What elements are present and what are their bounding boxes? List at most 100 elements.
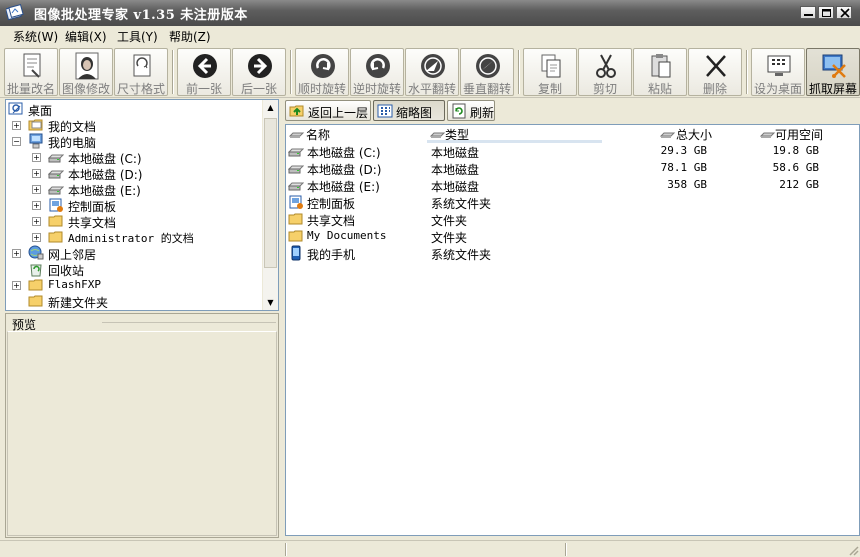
list-item[interactable]: 控制面板 系统文件夹 xyxy=(286,194,859,211)
maximize-button[interactable] xyxy=(818,6,834,19)
cut-button[interactable]: 剪切 xyxy=(578,48,632,96)
back-up-button[interactable]: 返回上一层 xyxy=(285,100,371,121)
item-type: 文件夹 xyxy=(431,231,468,245)
item-name: 本地磁盘 (C:) xyxy=(307,146,381,160)
scroll-down-icon[interactable]: ▼ xyxy=(263,295,278,310)
scroll-thumb[interactable] xyxy=(264,118,277,268)
expand-icon[interactable]: + xyxy=(32,201,41,210)
expand-icon[interactable]: + xyxy=(12,249,21,258)
folder-icon xyxy=(28,279,43,291)
app-icon xyxy=(6,4,24,21)
column-header-total-size[interactable]: 总大小 xyxy=(658,125,718,143)
flip-horizontal-button[interactable]: 水平翻转 xyxy=(405,48,459,96)
tree-item-my-computer[interactable]: − 我的电脑 xyxy=(8,133,258,150)
batch-rename-icon xyxy=(23,53,41,78)
expand-icon[interactable]: + xyxy=(32,153,41,162)
list-item[interactable]: 我的手机 系统文件夹 xyxy=(286,245,859,262)
resize-grip-icon[interactable] xyxy=(847,544,859,556)
item-type: 系统文件夹 xyxy=(431,248,492,262)
previous-button[interactable]: 前一张 xyxy=(177,48,231,96)
tree-item-control-panel[interactable]: + 控制面板 xyxy=(8,197,258,214)
minimize-button[interactable] xyxy=(800,6,816,19)
tree-item-flashfxp[interactable]: + FlashFXP xyxy=(8,277,258,293)
rotate-ccw-label: 逆时旋转 xyxy=(352,82,401,96)
window-title: 图像批处理专家 v1.35 未注册版本 xyxy=(34,8,248,23)
expand-icon[interactable]: + xyxy=(32,233,41,242)
drive-icon xyxy=(288,182,304,191)
collapse-icon[interactable]: − xyxy=(12,137,21,146)
flip-vertical-button[interactable]: 垂直翻转 xyxy=(460,48,514,96)
tree-item-desktop[interactable]: 桌面 xyxy=(8,101,258,118)
item-type: 本地磁盘 xyxy=(431,163,480,177)
rotate-ccw-button[interactable]: 逆时旋转 xyxy=(350,48,404,96)
scroll-up-icon[interactable]: ▲ xyxy=(263,100,278,115)
recycle-bin-icon xyxy=(30,264,42,277)
rotate-cw-button[interactable]: 顺时旋转 xyxy=(295,48,349,96)
phone-icon xyxy=(291,245,301,261)
expand-icon[interactable]: + xyxy=(12,121,21,130)
refresh-button[interactable]: 刷新 xyxy=(447,100,495,121)
column-header-type[interactable]: 类型 xyxy=(427,125,602,143)
column-sort-icon xyxy=(430,132,446,138)
tree-scrollbar[interactable]: ▲ ▼ xyxy=(262,100,278,310)
menu-system[interactable]: 系统(W) xyxy=(13,28,58,45)
tree-item-drive-c[interactable]: + 本地磁盘 (C:) xyxy=(8,149,258,166)
thumbnail-button[interactable]: 缩略图 xyxy=(373,100,445,121)
size-format-button[interactable]: 尺寸格式 xyxy=(114,48,168,96)
tree-item-drive-e[interactable]: + 本地磁盘 (E:) xyxy=(8,181,258,198)
tree-item-label: Administrator 的文档 xyxy=(68,232,194,245)
list-item[interactable]: My Documents 文件夹 xyxy=(286,228,859,245)
list-item[interactable]: 本地磁盘 (E:) 本地磁盘 358 GB 212 GB xyxy=(286,177,859,194)
drive-icon xyxy=(48,170,64,179)
tree-item-recycle-bin[interactable]: 回收站 xyxy=(8,261,258,278)
paste-label: 粘贴 xyxy=(647,82,672,96)
toolbar-separator xyxy=(518,50,520,94)
batch-rename-button[interactable]: 批量改名 xyxy=(4,48,58,96)
expand-icon[interactable]: + xyxy=(32,217,41,226)
copy-button[interactable]: 复制 xyxy=(523,48,577,96)
set-wallpaper-button[interactable]: 设为桌面 xyxy=(751,48,805,96)
paste-button[interactable]: 粘贴 xyxy=(633,48,687,96)
list-item[interactable]: 共享文档 文件夹 xyxy=(286,211,859,228)
image-edit-button[interactable]: 图像修改 xyxy=(59,48,113,96)
list-item[interactable]: 本地磁盘 (C:) 本地磁盘 29.3 GB 19.8 GB xyxy=(286,143,859,160)
tree-item-new-folder[interactable]: 新建文件夹 xyxy=(8,293,258,310)
menu-tools[interactable]: 工具(Y) xyxy=(117,28,158,45)
delete-button[interactable]: 删除 xyxy=(688,48,742,96)
tree-item-my-documents[interactable]: + 我的文档 xyxy=(8,117,258,134)
expand-icon[interactable]: + xyxy=(32,169,41,178)
delete-x-icon xyxy=(706,55,726,77)
rotate-cw-label: 顺时旋转 xyxy=(297,82,346,96)
close-button[interactable] xyxy=(836,6,852,19)
menu-help[interactable]: 帮助(Z) xyxy=(169,28,211,45)
navigation-bar: 返回上一层 缩略图 刷新 xyxy=(285,99,860,123)
control-panel-icon xyxy=(289,195,303,209)
rotate-cw-icon xyxy=(311,54,335,78)
capture-screen-button[interactable]: 抓取屏幕 xyxy=(806,48,860,96)
column-sort-icon xyxy=(660,132,676,138)
tree-item-shared-documents[interactable]: + 共享文档 xyxy=(8,213,258,230)
folder-icon xyxy=(48,215,63,227)
folder-tree[interactable]: 桌面 + 我的文档 − 我的电脑 + 本地磁盘 (C:) + 本地磁盘 (D:)… xyxy=(5,99,279,311)
cut-label: 剪切 xyxy=(592,82,617,96)
next-button[interactable]: 后一张 xyxy=(232,48,286,96)
column-header-free-space[interactable]: 可用空间 xyxy=(758,125,838,143)
item-free-space: 58.6 GB xyxy=(772,161,819,174)
tree-item-drive-d[interactable]: + 本地磁盘 (D:) xyxy=(8,165,258,182)
expand-icon[interactable]: + xyxy=(12,281,21,290)
image-edit-label: 图像修改 xyxy=(61,82,110,96)
list-item[interactable]: 本地磁盘 (D:) 本地磁盘 78.1 GB 58.6 GB xyxy=(286,160,859,177)
tree-item-label: FlashFXP xyxy=(48,278,101,291)
tree-item-administrator-documents[interactable]: + Administrator 的文档 xyxy=(8,229,258,245)
expand-icon[interactable]: + xyxy=(32,185,41,194)
tree-item-label: 新建文件夹 xyxy=(48,296,109,310)
tree-item-network[interactable]: + 网上邻居 xyxy=(8,245,258,262)
file-list[interactable]: 名称 类型 总大小 可用空间 本地磁盘 (C:) 本地磁盘 29.3 GB 19… xyxy=(285,124,860,536)
menu-edit[interactable]: 编辑(X) xyxy=(65,28,107,45)
title-bar[interactable]: 图像批处理专家 v1.35 未注册版本 xyxy=(0,0,860,26)
desktop-icon xyxy=(8,102,23,115)
divider xyxy=(102,322,276,323)
column-header-name[interactable]: 名称 xyxy=(286,125,426,143)
thumbnail-icon xyxy=(377,104,393,118)
item-name: 本地磁盘 (D:) xyxy=(307,163,382,177)
